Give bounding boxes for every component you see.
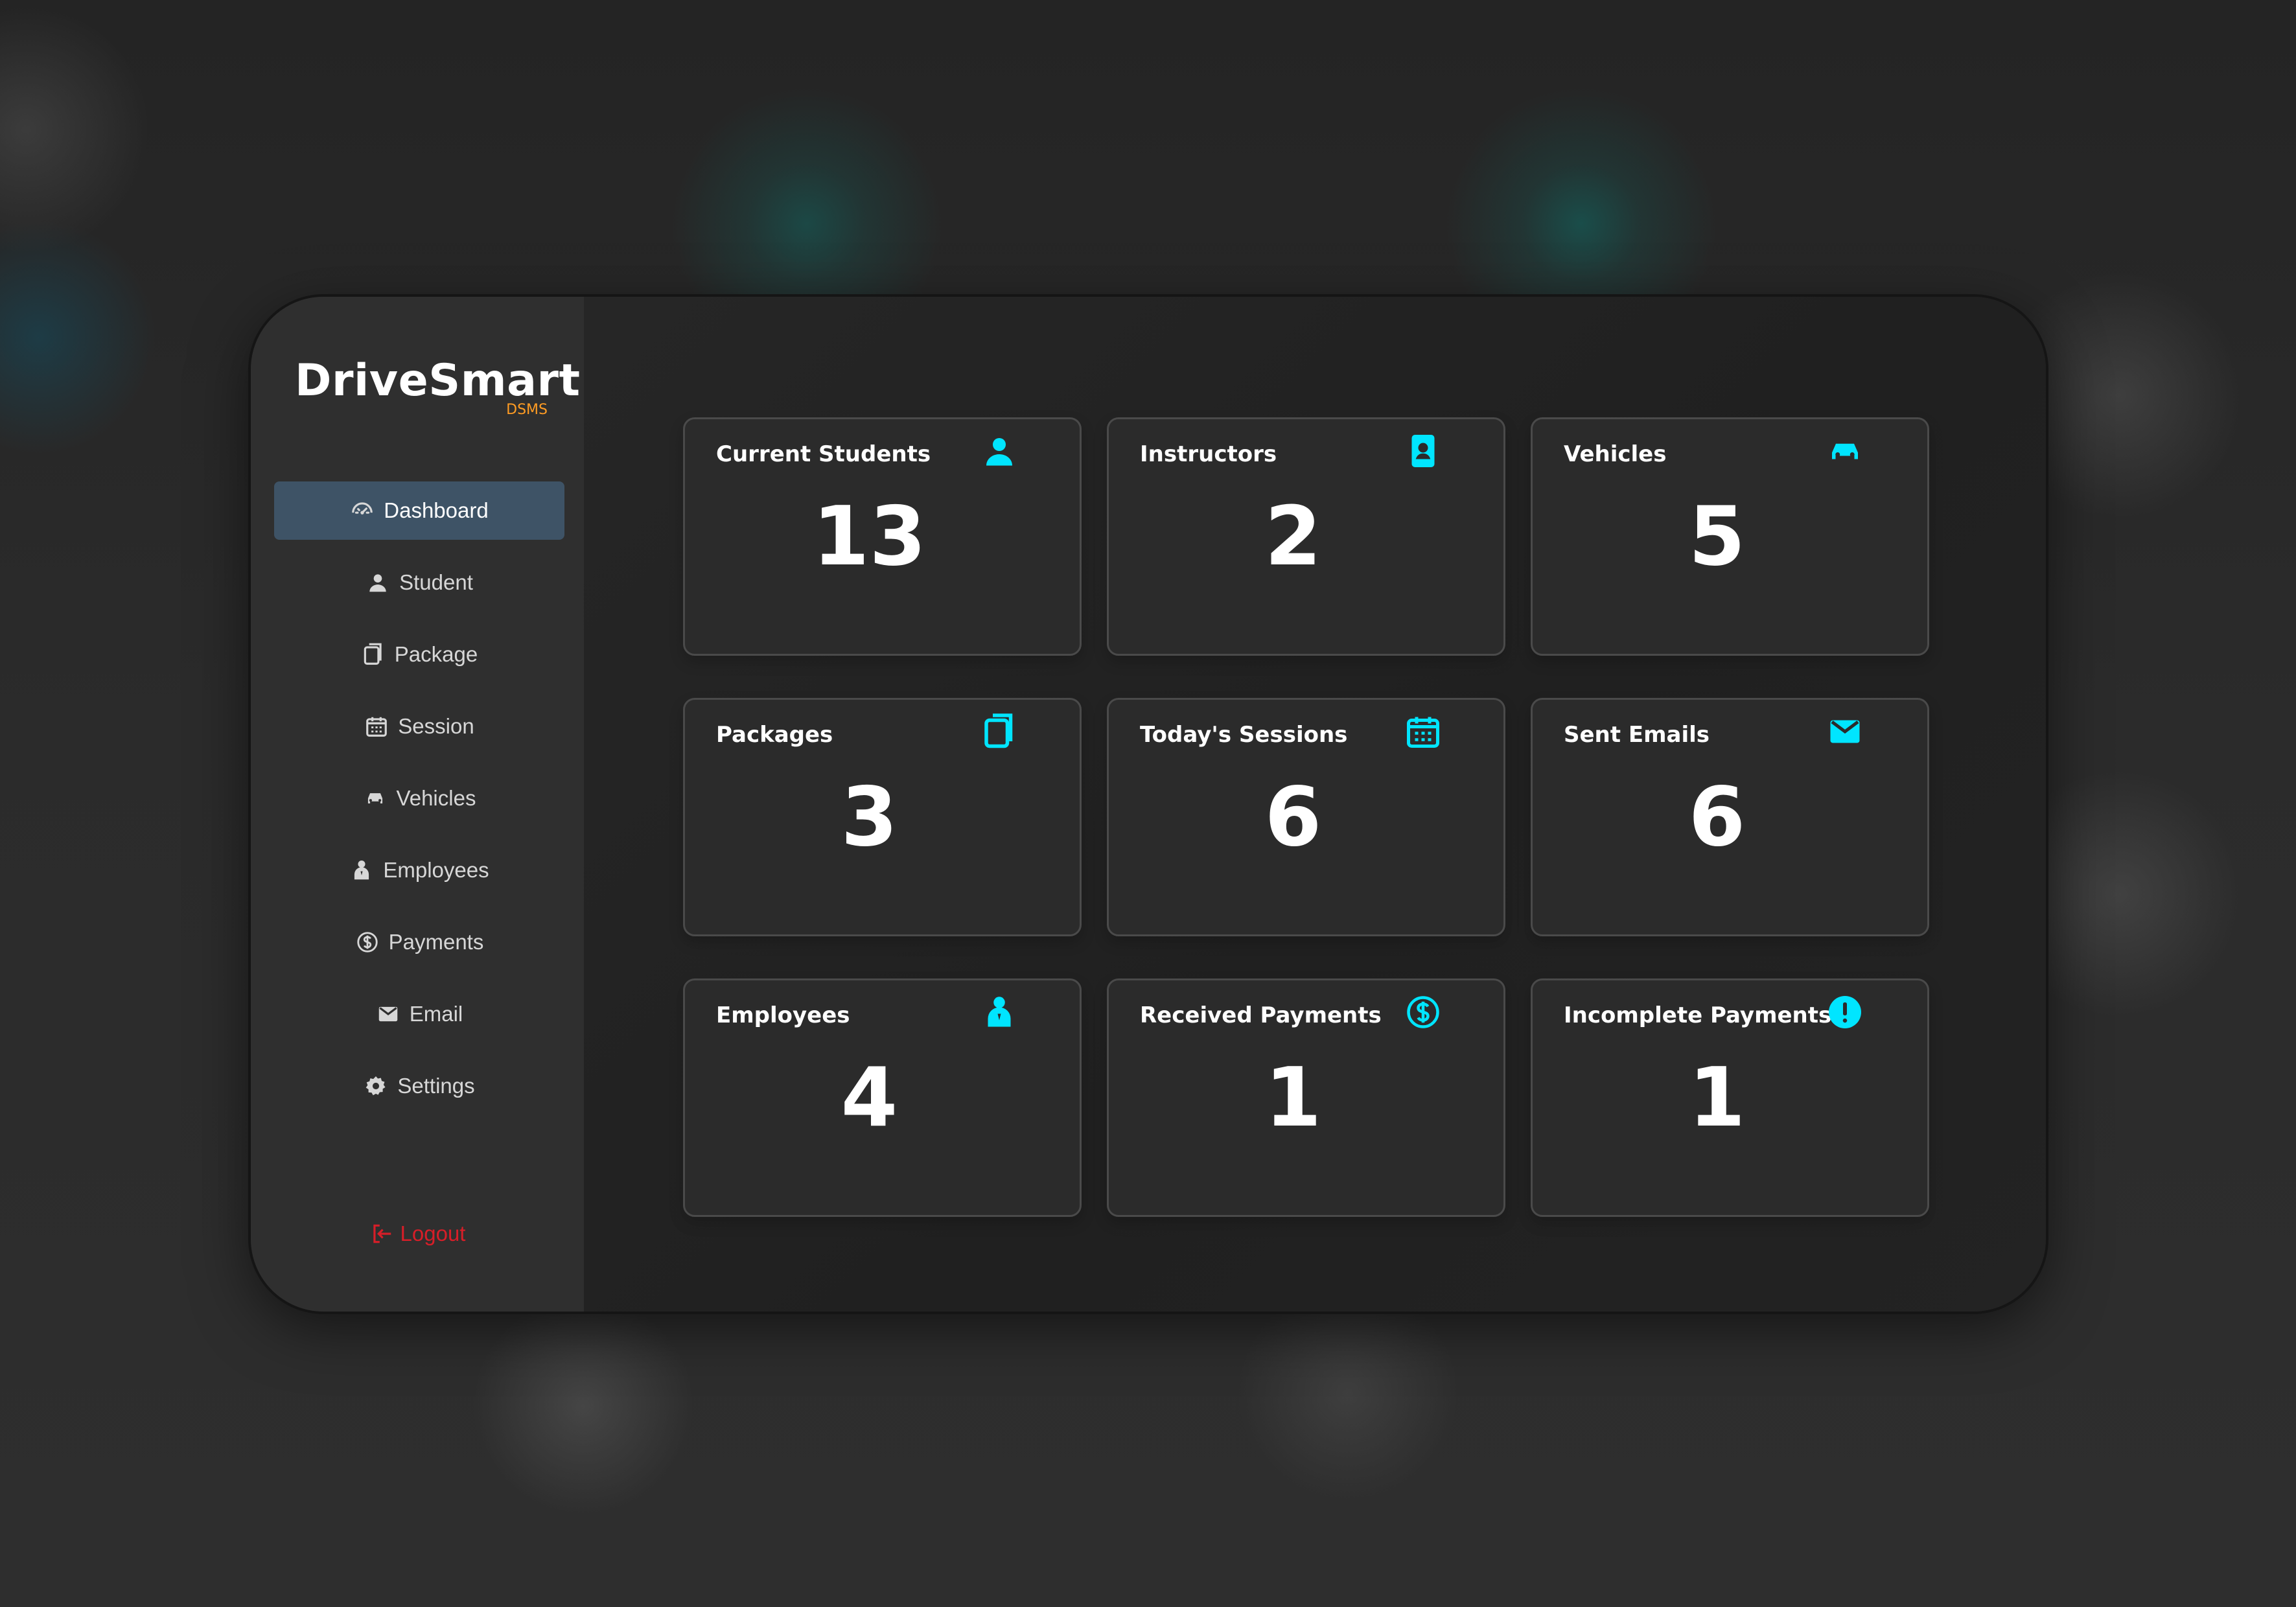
sidebar-item-session[interactable]: Session bbox=[274, 697, 564, 756]
card-title: Received Payments bbox=[1140, 1002, 1382, 1028]
sidebar-item-employees[interactable]: Employees bbox=[274, 841, 564, 899]
card-title: Vehicles bbox=[1564, 441, 1667, 467]
stat-card-todays-sessions[interactable]: Today's Sessions 6 bbox=[1107, 698, 1505, 936]
card-value: 13 bbox=[812, 489, 927, 584]
stat-card-current-students[interactable]: Current Students 13 bbox=[683, 417, 1082, 656]
dashboard-content: Current Students 13 Instructors 2 Vehicl… bbox=[584, 297, 2046, 1312]
sidebar-item-vehicles[interactable]: Vehicles bbox=[274, 769, 564, 827]
stat-card-vehicles[interactable]: Vehicles 5 bbox=[1531, 417, 1929, 656]
card-value: 1 bbox=[1688, 1050, 1746, 1145]
sidebar-item-dashboard-label: Dashboard bbox=[384, 498, 489, 522]
package-icon bbox=[980, 711, 1019, 752]
gear-icon bbox=[364, 1074, 388, 1098]
sidebar-item-vehicles-label: Vehicles bbox=[396, 786, 476, 810]
app-title: DriveSmart bbox=[295, 355, 581, 406]
sidebar-item-payments[interactable]: Payments bbox=[274, 913, 564, 971]
car-icon bbox=[1826, 431, 1864, 471]
stat-card-incomplete-payments[interactable]: Incomplete Payments 1 bbox=[1531, 978, 1929, 1217]
car-icon bbox=[363, 786, 388, 811]
dashboard-icon bbox=[350, 498, 375, 523]
card-value: 4 bbox=[841, 1050, 898, 1145]
sidebar-item-session-label: Session bbox=[398, 714, 474, 738]
card-title: Employees bbox=[716, 1002, 850, 1028]
sidebar-nav: Dashboard Student Package Session Vehicl… bbox=[274, 481, 564, 1129]
card-value: 6 bbox=[1688, 769, 1746, 864]
sidebar-item-student[interactable]: Student bbox=[274, 553, 564, 612]
card-value: 1 bbox=[1264, 1050, 1322, 1145]
calendar-icon bbox=[1404, 711, 1443, 752]
card-title: Incomplete Payments bbox=[1564, 1002, 1832, 1028]
sidebar-item-settings-label: Settings bbox=[397, 1074, 475, 1098]
sidebar-item-settings[interactable]: Settings bbox=[274, 1057, 564, 1115]
card-value: 6 bbox=[1264, 769, 1322, 864]
card-title: Current Students bbox=[716, 441, 931, 467]
dollar-icon bbox=[1404, 992, 1443, 1032]
card-value: 3 bbox=[841, 769, 898, 864]
card-title: Today's Sessions bbox=[1140, 722, 1348, 748]
sidebar: DriveSmart DSMS Dashboard Student Packag… bbox=[251, 297, 584, 1312]
stat-card-received-payments[interactable]: Received Payments 1 bbox=[1107, 978, 1505, 1217]
stats-grid: Current Students 13 Instructors 2 Vehicl… bbox=[683, 417, 1938, 1217]
stat-card-sent-emails[interactable]: Sent Emails 6 bbox=[1531, 698, 1929, 936]
envelope-icon bbox=[1826, 711, 1864, 752]
employees-icon bbox=[349, 858, 374, 883]
card-title: Instructors bbox=[1140, 441, 1277, 467]
package-icon bbox=[361, 642, 386, 667]
calendar-icon bbox=[364, 714, 389, 739]
sidebar-item-payments-label: Payments bbox=[388, 930, 484, 954]
sidebar-item-student-label: Student bbox=[399, 570, 473, 594]
sidebar-item-package[interactable]: Package bbox=[274, 625, 564, 684]
stat-card-instructors[interactable]: Instructors 2 bbox=[1107, 417, 1505, 656]
user-icon bbox=[365, 570, 390, 595]
sidebar-item-email[interactable]: Email bbox=[274, 985, 564, 1043]
card-value: 5 bbox=[1688, 489, 1746, 584]
employees-icon bbox=[980, 992, 1019, 1032]
card-title: Packages bbox=[716, 722, 833, 748]
app-window: DriveSmart DSMS Dashboard Student Packag… bbox=[251, 297, 2046, 1312]
envelope-icon bbox=[376, 1002, 400, 1026]
sidebar-item-package-label: Package bbox=[394, 642, 478, 666]
logout-button[interactable]: Logout bbox=[251, 1209, 584, 1258]
logout-label: Logout bbox=[400, 1221, 466, 1245]
sidebar-item-email-label: Email bbox=[409, 1002, 463, 1026]
card-value: 2 bbox=[1264, 489, 1322, 584]
card-title: Sent Emails bbox=[1564, 722, 1710, 748]
sidebar-item-dashboard[interactable]: Dashboard bbox=[274, 481, 564, 540]
user-icon bbox=[980, 431, 1019, 471]
brand-logo: DriveSmart DSMS bbox=[295, 355, 581, 419]
logout-icon bbox=[369, 1221, 394, 1246]
stat-card-packages[interactable]: Packages 3 bbox=[683, 698, 1082, 936]
sidebar-item-employees-label: Employees bbox=[383, 858, 489, 882]
instructor-id-icon bbox=[1404, 431, 1443, 471]
warning-icon bbox=[1826, 992, 1864, 1032]
dollar-icon bbox=[355, 930, 380, 954]
stat-card-employees[interactable]: Employees 4 bbox=[683, 978, 1082, 1217]
